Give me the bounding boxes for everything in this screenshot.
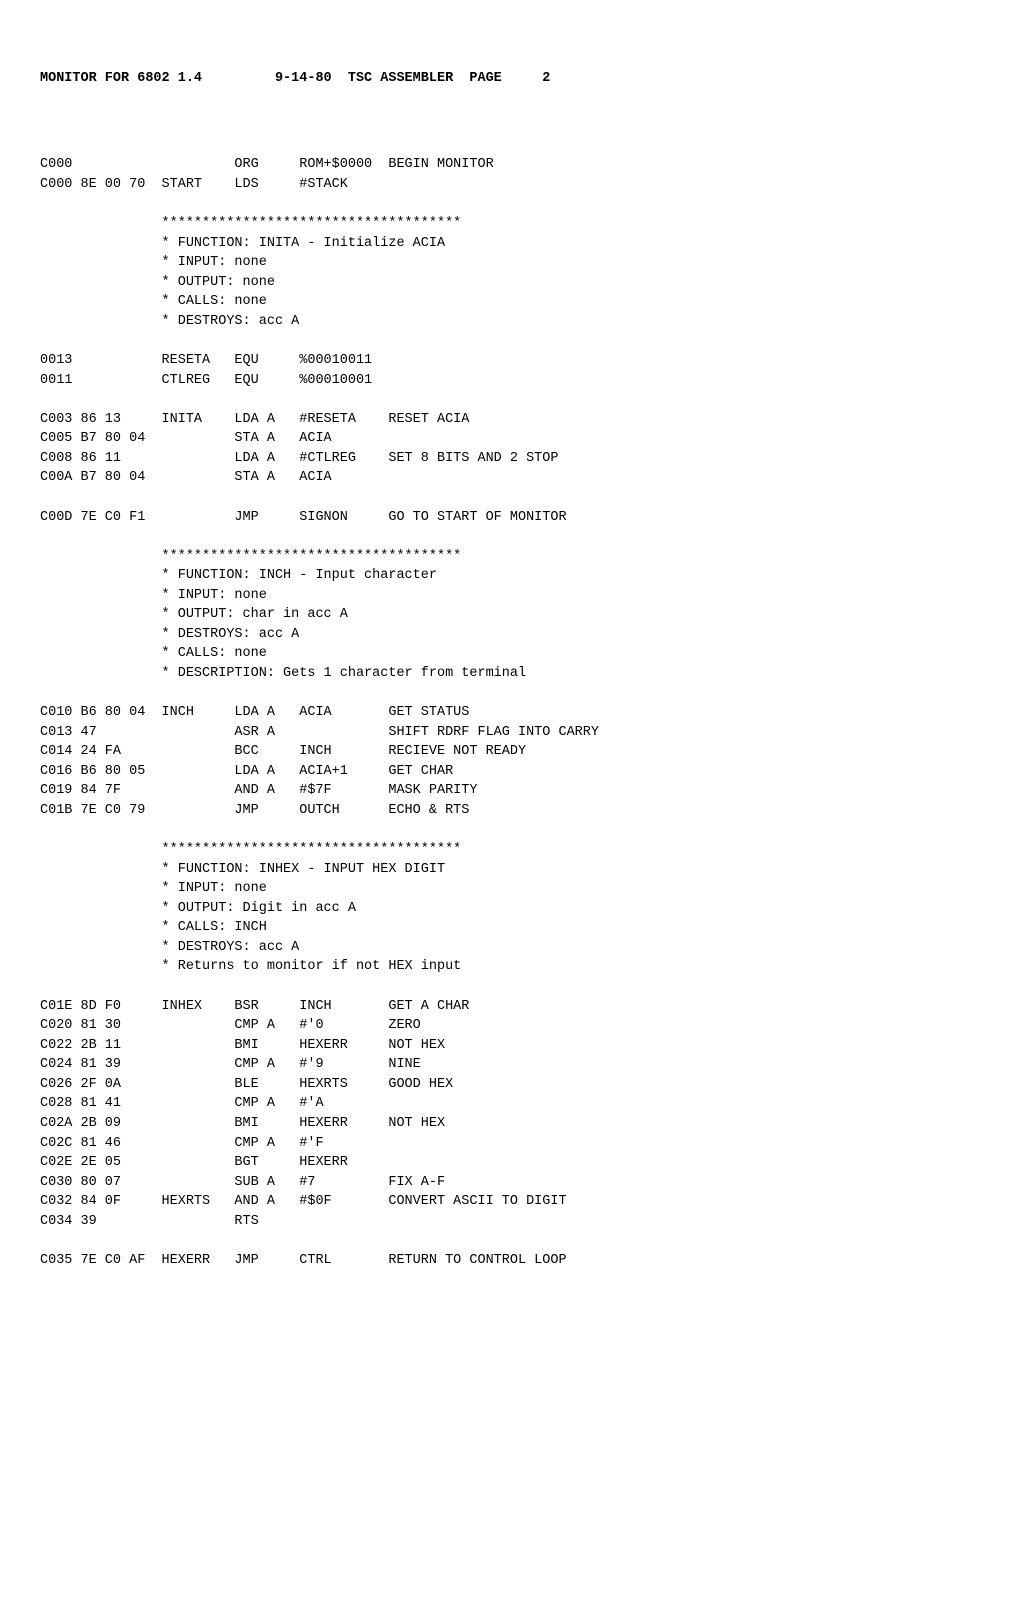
listing-line: C019 84 7F AND A #$7F MASK PARITY [40,781,973,801]
listing-line [40,331,973,351]
listing-line: C005 B7 80 04 STA A ACIA [40,429,973,449]
listing-line [40,684,973,704]
listing-line: * DESTROYS: acc A [40,938,973,958]
listing-line: C02A 2B 09 BMI HEXERR NOT HEX [40,1114,973,1134]
listing-line: * CALLS: none [40,292,973,312]
listing-line: C000 ORG ROM+$0000 BEGIN MONITOR [40,155,973,175]
listing-line: * DESTROYS: acc A [40,312,973,332]
listing-line: C014 24 FA BCC INCH RECIEVE NOT READY [40,742,973,762]
listing-line: * OUTPUT: Digit in acc A [40,899,973,919]
listing-line: C01B 7E C0 79 JMP OUTCH ECHO & RTS [40,801,973,821]
listing-line: C003 86 13 INITA LDA A #RESETA RESET ACI… [40,410,973,430]
listing-line: * OUTPUT: none [40,273,973,293]
listing-line: C010 B6 80 04 INCH LDA A ACIA GET STATUS [40,703,973,723]
listing-line: 0013 RESETA EQU %00010011 [40,351,973,371]
listing-line: C022 2B 11 BMI HEXERR NOT HEX [40,1036,973,1056]
listing-line: * Returns to monitor if not HEX input [40,957,973,977]
listing-line: * FUNCTION: INHEX - INPUT HEX DIGIT [40,860,973,880]
listing-line: C02E 2E 05 BGT HEXERR [40,1153,973,1173]
listing-line: C000 8E 00 70 START LDS #STACK [40,175,973,195]
listing-line: C020 81 30 CMP A #'0 ZERO [40,1016,973,1036]
listing-line: C026 2F 0A BLE HEXRTS GOOD HEX [40,1075,973,1095]
listing-line: ************************************* [40,547,973,567]
listing-line: C00D 7E C0 F1 JMP SIGNON GO TO START OF … [40,508,973,528]
listing-line: * INPUT: none [40,586,973,606]
listing-line: C008 86 11 LDA A #CTLREG SET 8 BITS AND … [40,449,973,469]
listing-line: C030 80 07 SUB A #7 FIX A-F [40,1173,973,1193]
listing-line: C032 84 0F HEXRTS AND A #$0F CONVERT ASC… [40,1192,973,1212]
listing-line: C024 81 39 CMP A #'9 NINE [40,1055,973,1075]
listing-line [40,527,973,547]
listing-line: C013 47 ASR A SHIFT RDRF FLAG INTO CARRY [40,723,973,743]
listing-line: C00A B7 80 04 STA A ACIA [40,468,973,488]
listing-line: C016 B6 80 05 LDA A ACIA+1 GET CHAR [40,762,973,782]
listing-line: * INPUT: none [40,253,973,273]
listing-line [40,390,973,410]
listing-line: 0011 CTLREG EQU %00010001 [40,371,973,391]
listing-line: C035 7E C0 AF HEXERR JMP CTRL RETURN TO … [40,1251,973,1271]
listing-line [40,195,973,215]
listing-line: * CALLS: none [40,644,973,664]
listing-line [40,488,973,508]
listing-line: * OUTPUT: char in acc A [40,605,973,625]
listing-body: C000 ORG ROM+$0000 BEGIN MONITORC000 8E … [40,136,973,1271]
listing-line: ************************************* [40,840,973,860]
listing-line [40,1231,973,1251]
listing-line: C034 39 RTS [40,1212,973,1232]
listing-line: * DESCRIPTION: Gets 1 character from ter… [40,664,973,684]
listing-line: C028 81 41 CMP A #'A [40,1094,973,1114]
page-header: MONITOR FOR 6802 1.4 9-14-80 TSC ASSEMBL… [40,69,973,89]
listing-line: C02C 81 46 CMP A #'F [40,1134,973,1154]
listing-line: * FUNCTION: INITA - Initialize ACIA [40,234,973,254]
assembler-listing: MONITOR FOR 6802 1.4 9-14-80 TSC ASSEMBL… [40,30,973,1290]
listing-line [40,977,973,997]
listing-line: * DESTROYS: acc A [40,625,973,645]
listing-line: * CALLS: INCH [40,918,973,938]
listing-line [40,136,973,156]
listing-line [40,821,973,841]
listing-line: * FUNCTION: INCH - Input character [40,566,973,586]
listing-line: C01E 8D F0 INHEX BSR INCH GET A CHAR [40,997,973,1017]
listing-line: ************************************* [40,214,973,234]
listing-line: * INPUT: none [40,879,973,899]
